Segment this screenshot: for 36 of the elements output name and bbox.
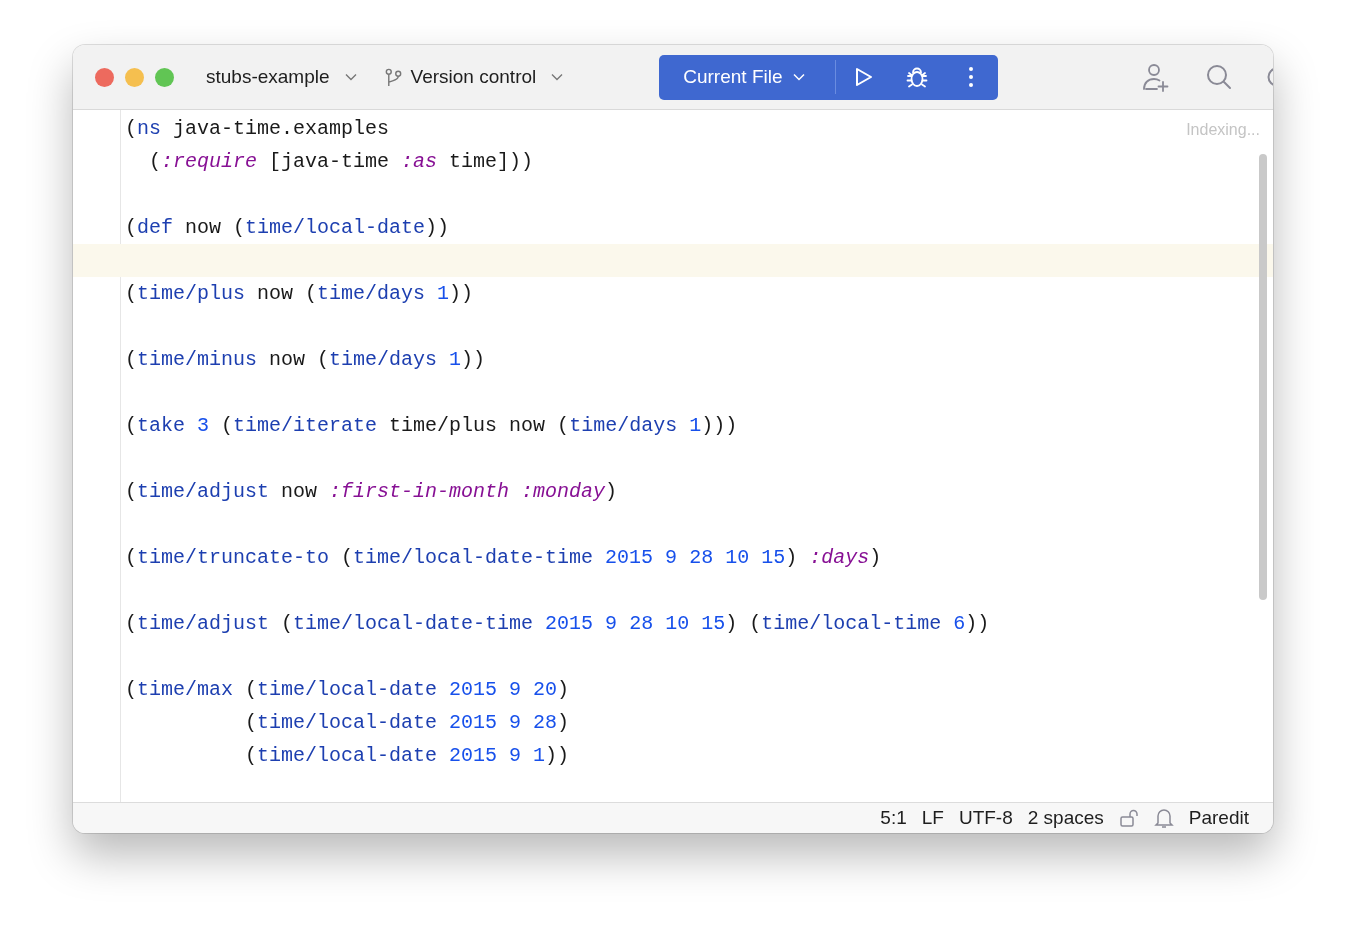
code-line: (time/plus now (time/days 1)) — [124, 281, 474, 307]
search-icon — [1205, 63, 1233, 91]
add-user-button[interactable] — [1141, 62, 1171, 92]
branch-icon — [384, 67, 402, 87]
code-line: (time/minus now (time/days 1)) — [124, 347, 486, 373]
project-selector[interactable]: stubs-example — [200, 62, 363, 92]
indent-setting[interactable]: 2 spaces — [1027, 807, 1104, 829]
code-line: (time/adjust (time/local-date-time 2015 9 28 10 15) (time/local-time 6)) — [124, 611, 990, 637]
code-line: (ns java-time.examples — [124, 116, 390, 142]
bug-icon — [905, 65, 930, 89]
caret-position[interactable]: 5:1 — [880, 807, 907, 829]
editor-mode[interactable]: Paredit — [1188, 807, 1249, 829]
code-line: (time/adjust now :first-in-month :monday) — [124, 479, 618, 505]
file-encoding[interactable]: UTF-8 — [958, 807, 1013, 829]
code-line: (time/local-date 2015 9 28) — [244, 710, 570, 736]
chevron-down-icon — [344, 73, 357, 81]
vcs-selector[interactable]: Version control — [378, 62, 570, 92]
chevron-down-icon — [551, 73, 564, 81]
run-configuration-selector[interactable]: Current File — [659, 54, 836, 100]
unlocked-padlock-icon[interactable] — [1118, 808, 1139, 828]
more-vertical-icon — [968, 66, 975, 88]
zoom-button[interactable] — [155, 67, 174, 87]
code-line: (time/max (time/local-date 2015 9 20) — [124, 677, 570, 703]
code-line: (def now (time/local-date)) — [124, 215, 450, 241]
code-line: (time/truncate-to (time/local-date-time 2015 9 28 10 15) :days) — [124, 545, 882, 571]
bell-icon[interactable] — [1153, 807, 1174, 829]
indexing-status: Indexing... — [1186, 121, 1260, 139]
code-line: (:require [java-time :as time])) — [148, 149, 534, 175]
chevron-down-icon — [792, 73, 805, 81]
scrollbar[interactable] — [1259, 154, 1267, 600]
search-button[interactable] — [1205, 63, 1233, 91]
code-line: (take 3 (time/iterate time/plus now (time/days 1))) — [124, 413, 738, 439]
close-button[interactable] — [95, 67, 114, 87]
line-separator[interactable]: LF — [921, 807, 944, 829]
code-line: (time/local-date 2015 9 1)) — [244, 743, 570, 769]
person-plus-icon — [1141, 62, 1171, 92]
